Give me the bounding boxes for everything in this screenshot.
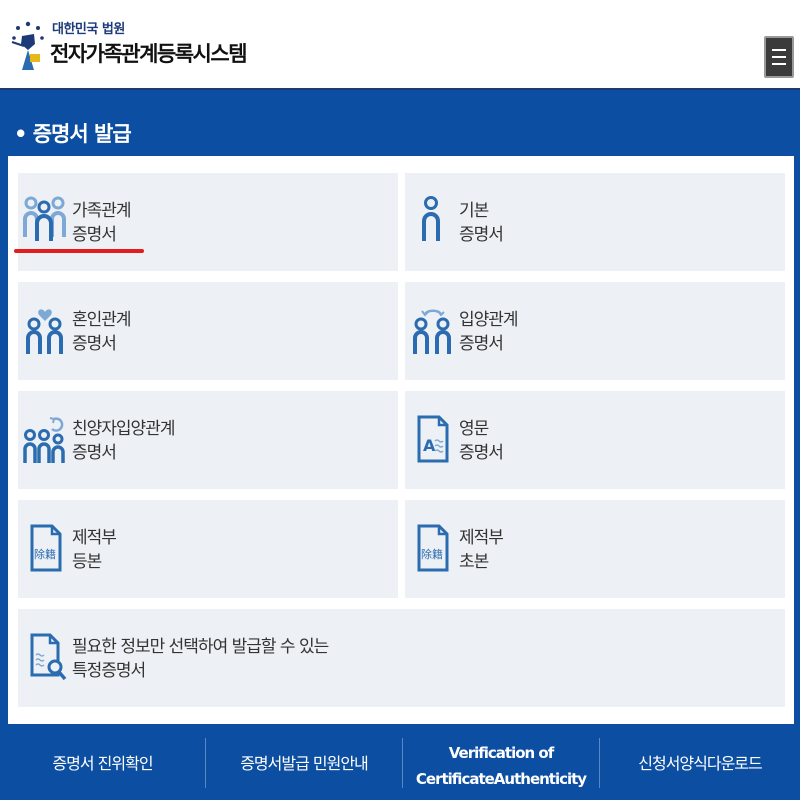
card-label: 혼인관계 증명서 <box>72 308 132 356</box>
card-label-line2: 증명서 <box>72 334 117 354</box>
removed-register-icon: 除籍 <box>30 524 62 572</box>
card-label-line2: 증명서 <box>459 225 504 245</box>
english-document-icon: A <box>417 415 449 463</box>
card-label: 가족관계 증명서 <box>72 199 132 247</box>
card-marriage-certificate[interactable]: 혼인관계 증명서 <box>18 282 398 380</box>
card-label-line2: 초본 <box>459 552 489 572</box>
selected-underline <box>14 249 144 253</box>
menu-bar-icon <box>772 49 786 51</box>
section-title: • 증명서 발급 <box>14 122 132 146</box>
card-label-line1: 영문 <box>459 419 489 439</box>
footer-link-line2: CertificateAuthenticity <box>415 770 587 788</box>
card-removed-register-copy[interactable]: 除籍 제적부 등본 <box>18 500 398 598</box>
card-label: 기본 증명서 <box>459 199 504 247</box>
card-label: 제적부 초본 <box>459 526 504 574</box>
card-label-line1: 입양관계 <box>459 310 519 330</box>
card-label-line2: 증명서 <box>72 443 117 463</box>
card-full-adoption-certificate[interactable]: 친양자입양관계 증명서 <box>18 391 398 489</box>
site-header: 대한민국 법원 전자가족관계등록시스템 <box>0 0 800 88</box>
full-adoption-icon <box>23 417 65 463</box>
footer-link-form-download[interactable]: 신청서양식다운로드 <box>600 724 800 800</box>
footer-link-verification-english[interactable]: Verification of CertificateAuthenticity <box>403 724 599 800</box>
footer-link-authenticity-check[interactable]: 증명서 진위확인 <box>0 724 205 800</box>
card-label-line1: 친양자입양관계 <box>72 419 175 439</box>
doc-text: 除籍 <box>421 547 443 561</box>
card-label-line2: 증명서 <box>72 225 117 245</box>
svg-text:A: A <box>423 436 436 455</box>
menu-bar-icon <box>772 63 786 65</box>
card-label-line2: 등본 <box>72 552 102 572</box>
menu-bar-icon <box>772 56 786 58</box>
org-name: 대한민국 법원 <box>52 22 125 37</box>
card-label-line1: 가족관계 <box>72 201 132 221</box>
doc-text: 除籍 <box>34 547 56 561</box>
card-label: 입양관계 증명서 <box>459 308 519 356</box>
adoption-icon <box>413 309 451 354</box>
card-label-line1: 혼인관계 <box>72 310 132 330</box>
system-name[interactable]: 전자가족관계등록시스템 <box>50 38 248 68</box>
footer-link-issuance-guide[interactable]: 증명서발급 민원안내 <box>206 724 402 800</box>
marriage-icon <box>26 309 63 354</box>
card-english-certificate[interactable]: A 영문 증명서 <box>405 391 785 489</box>
card-family-relation-certificate[interactable]: 가족관계 증명서 <box>18 173 398 271</box>
card-label: 제적부 등본 <box>72 526 117 574</box>
hamburger-menu-button[interactable] <box>764 36 794 78</box>
card-label-line1: 기본 <box>459 201 489 221</box>
document-search-icon <box>30 633 67 681</box>
card-removed-register-extract[interactable]: 除籍 제적부 초본 <box>405 500 785 598</box>
card-label-line1: 제적부 <box>459 528 504 548</box>
family-icon <box>23 196 66 241</box>
card-label: 필요한 정보만 선택하여 발급할 수 있는 특정증명서 <box>72 635 329 683</box>
card-label: 친양자입양관계 증명서 <box>72 417 175 465</box>
card-specific-certificate[interactable]: 필요한 정보만 선택하여 발급할 수 있는 특정증명서 <box>18 609 785 707</box>
person-icon <box>422 196 440 241</box>
card-label: 영문 증명서 <box>459 417 504 465</box>
card-label-line1: 제적부 <box>72 528 117 548</box>
card-label-line2: 증명서 <box>459 334 504 354</box>
footer-link-line1: Verification of <box>448 744 555 762</box>
card-basic-certificate[interactable]: 기본 증명서 <box>405 173 785 271</box>
court-logo-icon[interactable] <box>8 14 48 74</box>
card-label-line2: 특정증명서 <box>72 661 146 681</box>
removed-register-icon: 除籍 <box>417 524 449 572</box>
card-label-line2: 증명서 <box>459 443 504 463</box>
card-label-line1: 필요한 정보만 선택하여 발급할 수 있는 <box>72 637 329 657</box>
footer-links: 증명서 진위확인 증명서발급 민원안내 Verification of Cert… <box>0 724 800 800</box>
card-adoption-certificate[interactable]: 입양관계 증명서 <box>405 282 785 380</box>
